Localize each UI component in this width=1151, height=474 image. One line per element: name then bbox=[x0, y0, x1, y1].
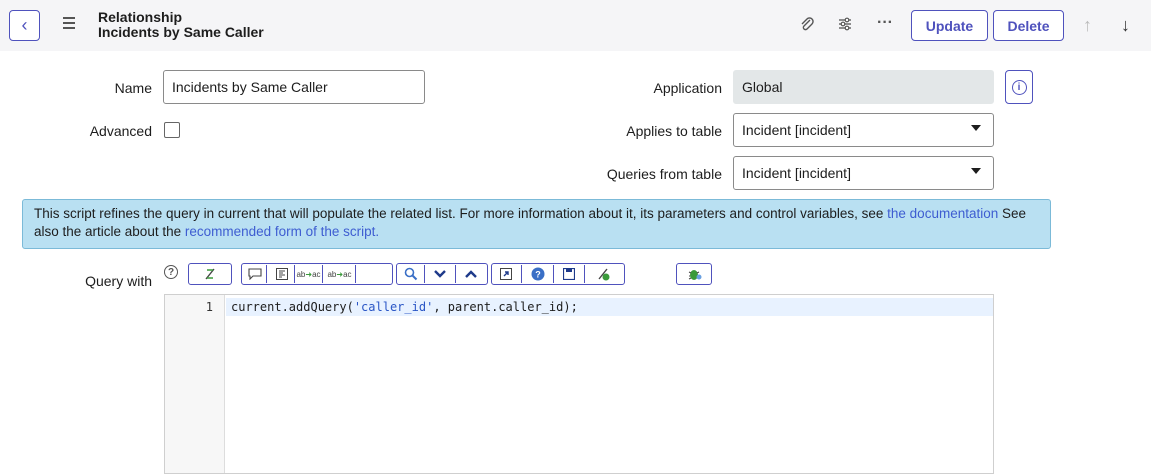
advanced-checkbox[interactable] bbox=[164, 122, 180, 138]
info-button[interactable]: i bbox=[1005, 70, 1033, 104]
save-icon[interactable] bbox=[557, 263, 580, 285]
queries-from-select[interactable]: Incident [incident] bbox=[733, 156, 994, 190]
dropdown-arrow-icon bbox=[971, 168, 981, 174]
name-field[interactable]: Incidents by Same Caller bbox=[163, 70, 425, 104]
record-type: Relationship bbox=[98, 9, 183, 25]
chevron-up-icon[interactable] bbox=[459, 263, 482, 285]
dropdown-arrow-icon bbox=[971, 125, 981, 131]
settings-sliders-icon[interactable] bbox=[837, 16, 853, 37]
applies-to-label: Applies to table bbox=[626, 123, 722, 139]
code-line: current.addQuery('caller_id', parent.cal… bbox=[231, 300, 578, 314]
replace-all-icon[interactable]: ab ➜ ac bbox=[327, 263, 351, 285]
application-field: Global bbox=[733, 70, 994, 104]
line-number: 1 bbox=[205, 300, 213, 314]
info-banner: This script refines the query in current… bbox=[22, 199, 1051, 249]
update-button[interactable]: Update bbox=[911, 10, 988, 41]
queries-from-label: Queries from table bbox=[606, 166, 722, 182]
script-tree-icon[interactable] bbox=[198, 263, 221, 285]
back-button[interactable]: ‹ bbox=[9, 10, 40, 41]
line-gutter bbox=[165, 295, 225, 473]
hamburger-menu-icon[interactable] bbox=[63, 17, 75, 29]
form-header: ‹ Relationship Incidents by Same Caller … bbox=[0, 0, 1151, 51]
applies-to-select[interactable]: Incident [incident] bbox=[733, 113, 994, 147]
documentation-link[interactable]: the documentation bbox=[887, 206, 998, 221]
help-circle-icon[interactable]: ? bbox=[526, 263, 549, 285]
banner-text: This script refines the query in current… bbox=[34, 206, 888, 221]
query-with-label: Query with bbox=[85, 273, 152, 289]
name-label: Name bbox=[114, 80, 152, 96]
search-icon[interactable] bbox=[399, 263, 422, 285]
format-code-icon[interactable] bbox=[270, 263, 293, 285]
application-label: Application bbox=[653, 80, 723, 96]
debug-bug-icon[interactable] bbox=[683, 263, 706, 285]
script-validate-icon[interactable] bbox=[591, 263, 614, 285]
more-options-icon[interactable]: ··· bbox=[877, 14, 893, 32]
replace-icon[interactable]: ab ➜ ac bbox=[296, 263, 320, 285]
info-icon: i bbox=[1011, 79, 1027, 95]
delete-button[interactable]: Delete bbox=[993, 10, 1064, 41]
paperclip-icon[interactable] bbox=[799, 16, 815, 37]
applies-to-value: Incident [incident] bbox=[742, 122, 851, 138]
page-title: Relationship Incidents by Same Caller bbox=[98, 10, 264, 40]
record-name: Incidents by Same Caller bbox=[98, 24, 264, 40]
arrow-up-icon[interactable]: ↑ bbox=[1083, 15, 1092, 36]
help-icon[interactable]: ? bbox=[164, 265, 178, 279]
svg-text:?: ? bbox=[535, 270, 541, 280]
chevron-left-icon: ‹ bbox=[21, 15, 28, 35]
advanced-label: Advanced bbox=[89, 123, 152, 139]
fullscreen-icon[interactable] bbox=[494, 263, 517, 285]
comment-icon[interactable] bbox=[243, 263, 266, 285]
arrow-down-icon[interactable]: ↓ bbox=[1121, 15, 1130, 36]
chevron-down-icon[interactable] bbox=[428, 263, 451, 285]
queries-from-value: Incident [incident] bbox=[742, 165, 851, 181]
recommended-form-link[interactable]: recommended form of the script. bbox=[185, 224, 379, 239]
code-editor[interactable]: 1 current.addQuery('caller_id', parent.c… bbox=[164, 294, 994, 474]
